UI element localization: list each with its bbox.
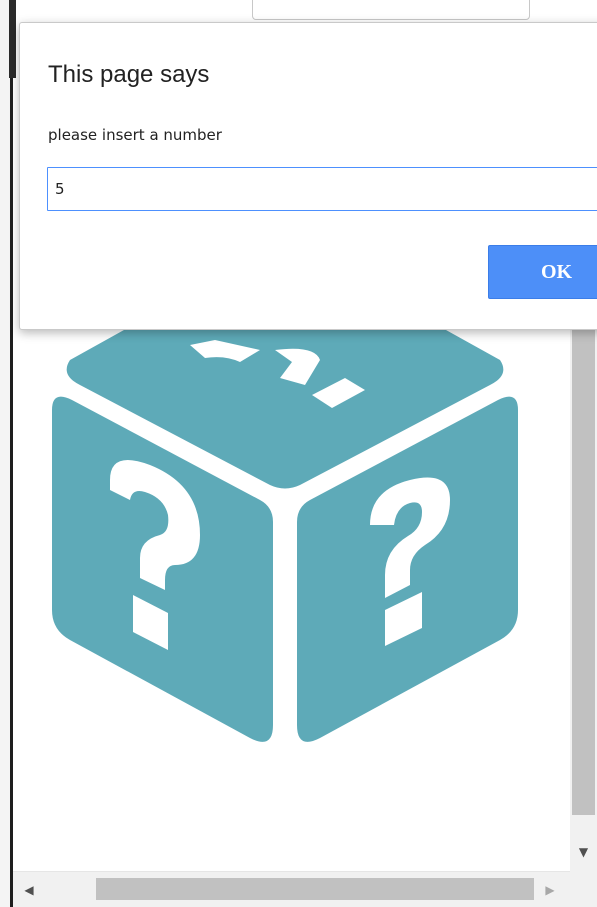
scroll-right-arrow-icon[interactable]: ▶ — [537, 876, 563, 904]
dialog-title: This page says — [48, 61, 210, 88]
window-left-border — [0, 0, 10, 907]
window-left-edge — [10, 0, 13, 907]
page-input-remnant — [252, 0, 530, 20]
horizontal-scrollbar-thumb[interactable] — [96, 878, 534, 900]
prompt-dialog: This page says please insert a number OK — [19, 22, 597, 330]
prompt-input[interactable] — [47, 167, 597, 211]
scrollbar-corner — [570, 866, 597, 907]
question-cube-icon — [52, 300, 518, 742]
scroll-down-arrow-icon[interactable]: ▼ — [570, 838, 597, 866]
vertical-scrollbar-thumb[interactable] — [572, 326, 595, 815]
scroll-left-arrow-icon[interactable]: ◀ — [16, 876, 42, 904]
ok-button[interactable]: OK — [488, 245, 597, 299]
dialog-message: please insert a number — [48, 126, 222, 144]
window-left-edge-top — [9, 0, 16, 78]
browser-viewport: ▼ ◀ ▶ This page says please insert a num… — [0, 0, 597, 907]
